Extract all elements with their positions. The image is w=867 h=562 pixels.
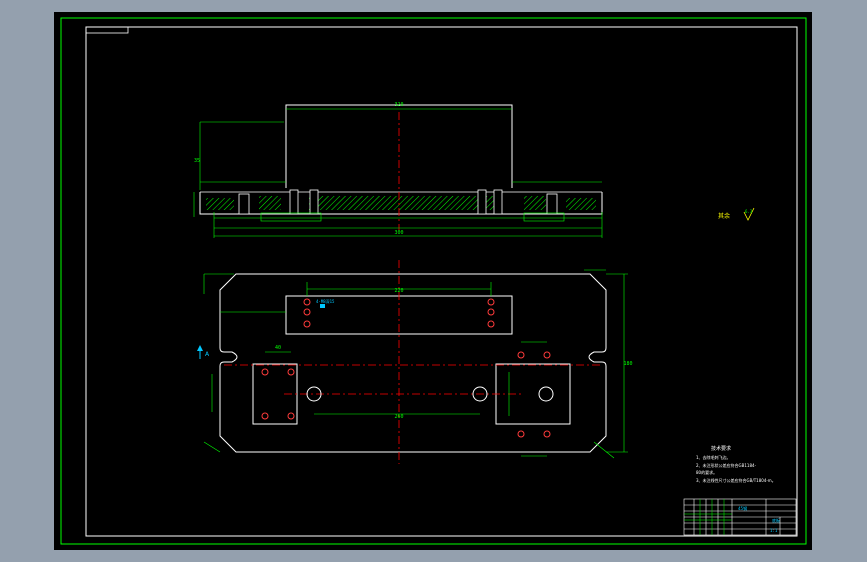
dim-plan-tab: 40 <box>275 345 281 351</box>
section-view: 320 35 300 <box>193 102 603 238</box>
drawing-number-box <box>85 26 129 34</box>
tech-requirement-2: 2、未注形状公差应符合GB1184- <box>696 462 757 468</box>
tech-requirements-title: 技术要求 <box>711 445 731 452</box>
tech-requirements: 技术要求 1、去除毛刺飞边。 2、未注形状公差应符合GB1184- 80的要求。… <box>696 445 776 483</box>
plan-outline <box>219 273 607 453</box>
roughness-note-text: 其余 <box>718 212 730 220</box>
plan-right-block <box>495 363 571 425</box>
roughness-note: 其余 6.3 <box>718 207 755 221</box>
dim-plan-holes: 260 <box>394 414 403 420</box>
dim-plan-slot: 220 <box>394 288 403 294</box>
sheet-border-outer <box>60 17 807 545</box>
title-block-material: 45钢 <box>738 505 747 511</box>
dim-top-height: 35 <box>194 158 200 164</box>
dim-plan-height: 180 <box>623 361 632 367</box>
sheet-border-inner <box>85 26 798 537</box>
tech-requirement-3: 3、未注线性尺寸公差应符合GB/T1804-m。 <box>696 477 776 483</box>
cad-viewport[interactable]: 320 35 300 220 260 180 40 4-M8深15 A 其余 6… <box>54 12 812 550</box>
dim-top-width: 300 <box>394 230 403 236</box>
plan-view: 220 260 180 40 4-M8深15 A <box>197 260 633 464</box>
section-hatch <box>309 196 499 210</box>
title-block <box>683 498 797 536</box>
drawing-canvas[interactable]: 320 35 300 220 260 180 40 4-M8深15 A 其余 6… <box>54 12 812 550</box>
tapped-holes <box>261 298 551 438</box>
dim-top-overall: 320 <box>394 102 403 108</box>
section-marker-a: A <box>197 345 210 359</box>
section-label-a: A <box>205 351 210 358</box>
title-block-part-name: 底板 <box>772 517 780 523</box>
callout-text: 4-M8深15 <box>316 298 335 304</box>
roughness-value: 6.3 <box>745 209 753 214</box>
tech-requirement-1: 1、去除毛刺飞边。 <box>696 454 731 460</box>
tech-requirement-2b: 80的要求。 <box>696 469 717 475</box>
callout-box <box>320 304 325 308</box>
title-block-scale: 1:1 <box>770 528 778 533</box>
